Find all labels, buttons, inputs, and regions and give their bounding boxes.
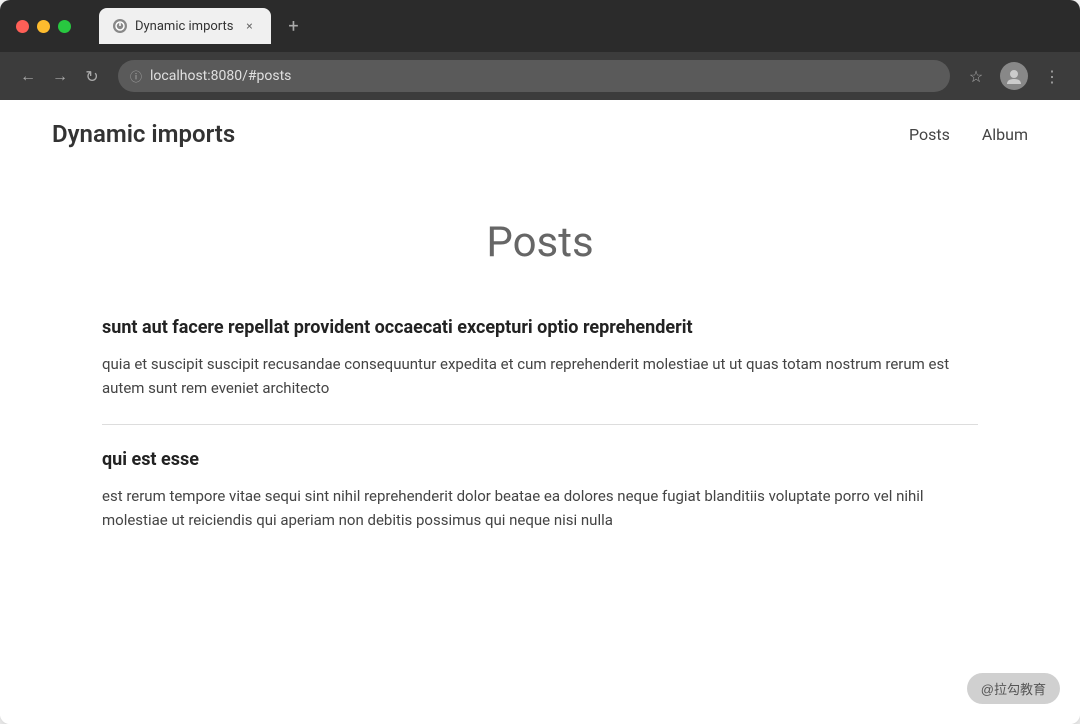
title-bar: Dynamic imports × + — [0, 0, 1080, 52]
address-bar: ← → ↻ ⓘ localhost:8080/#posts ☆ ⋮ — [0, 52, 1080, 100]
window-controls — [16, 20, 71, 33]
url-bar[interactable]: ⓘ localhost:8080/#posts — [118, 60, 950, 92]
nav-buttons: ← → ↻ — [16, 64, 104, 88]
new-tab-button[interactable]: + — [279, 12, 307, 40]
forward-button[interactable]: → — [48, 64, 72, 88]
post-body: quia et suscipit suscipit recusandae con… — [102, 352, 978, 400]
nav-album-link[interactable]: Album — [982, 125, 1028, 144]
app-navbar: Dynamic imports Posts Album — [0, 100, 1080, 168]
minimize-button[interactable] — [37, 20, 50, 33]
more-options-icon[interactable]: ⋮ — [1040, 64, 1064, 88]
post-item: qui est esse est rerum tempore vitae seq… — [102, 449, 978, 532]
close-button[interactable] — [16, 20, 29, 33]
address-actions: ☆ ⋮ — [964, 62, 1064, 90]
watermark: @拉勾教育 — [967, 673, 1060, 704]
post-title: qui est esse — [102, 449, 978, 470]
page-content: Dynamic imports Posts Album Posts sunt a… — [0, 100, 1080, 724]
reload-button[interactable]: ↻ — [80, 64, 104, 88]
post-item: sunt aut facere repellat provident occae… — [102, 317, 978, 400]
profile-button[interactable] — [1000, 62, 1028, 90]
bookmark-icon[interactable]: ☆ — [964, 64, 988, 88]
tab-bar: Dynamic imports × + — [99, 8, 1064, 44]
page-heading: Posts — [102, 218, 978, 267]
back-button[interactable]: ← — [16, 64, 40, 88]
main-content: Posts sunt aut facere repellat provident… — [50, 168, 1030, 576]
post-body: est rerum tempore vitae sequi sint nihil… — [102, 484, 978, 532]
active-tab[interactable]: Dynamic imports × — [99, 8, 271, 44]
security-icon: ⓘ — [130, 68, 142, 85]
app-title: Dynamic imports — [52, 120, 235, 148]
app-nav-links: Posts Album — [909, 125, 1028, 144]
tab-close-button[interactable]: × — [241, 18, 257, 34]
nav-posts-link[interactable]: Posts — [909, 125, 950, 144]
tab-title: Dynamic imports — [135, 19, 233, 34]
url-text: localhost:8080/#posts — [150, 68, 291, 84]
maximize-button[interactable] — [58, 20, 71, 33]
post-divider — [102, 424, 978, 425]
post-title: sunt aut facere repellat provident occae… — [102, 317, 978, 338]
tab-favicon — [113, 19, 127, 33]
